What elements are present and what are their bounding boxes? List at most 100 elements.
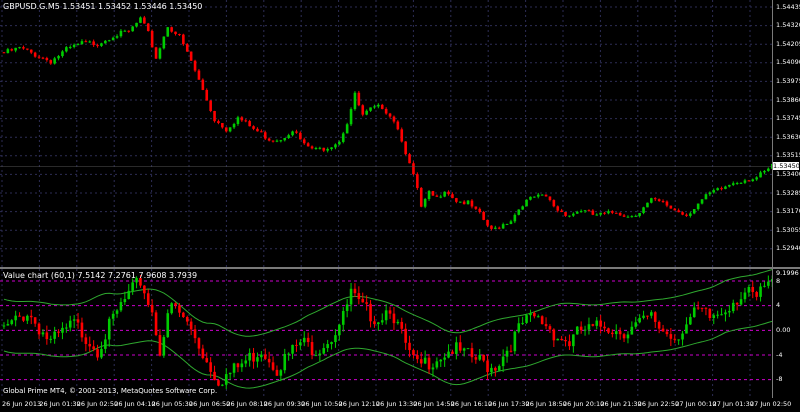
candle-bull: [540, 194, 544, 196]
price-tick-label: 1.53400: [776, 169, 800, 178]
candle-bull: [314, 148, 318, 150]
candle-bear: [96, 45, 99, 47]
candle-bear: [146, 23, 150, 32]
value-bar-up: [681, 333, 684, 340]
value-bar-down: [552, 329, 556, 341]
value-bar-down: [353, 288, 357, 294]
candle-bull: [119, 30, 123, 37]
value-bar-down: [603, 326, 606, 329]
indicator-axis[interactable]: 8 4 0.00 -4 -8 9.1996: [772, 269, 800, 398]
candle-bear: [295, 131, 298, 133]
candle-bear: [49, 60, 53, 64]
pane-separator[interactable]: [0, 267, 800, 269]
candle-bull: [287, 135, 290, 138]
candle-bull: [349, 109, 353, 125]
value-bar-down: [185, 317, 189, 322]
candle-bull: [739, 182, 743, 184]
candle-bear: [548, 196, 552, 201]
candle-bull: [696, 203, 700, 210]
value-bar-down: [306, 337, 310, 343]
price-chart[interactable]: [0, 0, 772, 267]
value-bar-up: [497, 366, 501, 371]
candle-bull: [291, 131, 294, 136]
price-tick-label: 1.53745: [776, 114, 800, 123]
time-axis[interactable]: 26 Jun 2013 26 Jun 01:30 26 Jun 02:50 26 Ju…: [0, 398, 800, 412]
value-bar-down: [252, 352, 255, 362]
time-tick-label: 26 Jun 18:50: [525, 400, 567, 408]
candle-bear: [178, 34, 181, 36]
candle-bear: [260, 131, 263, 133]
time-tick-label: 26 Jun 12:10: [338, 400, 380, 408]
value-bar-up: [724, 312, 727, 315]
value-bar-down: [579, 326, 583, 331]
candle-bull: [536, 194, 540, 197]
price-tick-label: 1.53515: [776, 151, 800, 160]
value-bar-down: [201, 348, 205, 359]
price-axis[interactable]: 1.54435 1.54320 1.54205 1.54090 1.53975 1.538…: [772, 0, 800, 267]
candle-bear: [587, 210, 591, 212]
candle-bear: [470, 200, 474, 207]
value-bar-down: [392, 313, 396, 324]
value-bar-up: [26, 315, 29, 321]
price-tick-label: 1.54090: [776, 58, 800, 67]
candle-bear: [361, 105, 365, 115]
value-bar-down: [22, 316, 25, 321]
value-bar-down: [665, 331, 669, 335]
indicator-level-label: -4: [776, 350, 783, 359]
value-bar-down: [427, 357, 431, 370]
candle-bear: [263, 132, 267, 139]
value-bar-up: [529, 312, 532, 316]
candle-bull: [111, 37, 115, 41]
candle-bear: [217, 121, 220, 124]
value-bar-up: [513, 331, 517, 352]
candle-bull: [275, 140, 279, 142]
candle-bear: [189, 51, 193, 61]
candle-bear: [603, 212, 606, 214]
value-bar-down: [533, 312, 536, 317]
candle-bull: [377, 104, 380, 107]
value-bar-up: [692, 307, 696, 318]
value-bar-down: [373, 321, 376, 325]
value-bar-up: [614, 331, 618, 335]
candle-bear: [611, 211, 614, 213]
price-tick-label: 1.53975: [776, 76, 800, 85]
value-bar-up: [166, 313, 170, 338]
candle-bull: [708, 192, 712, 195]
value-bar-up: [283, 353, 287, 371]
value-bar-down: [217, 380, 220, 386]
value-bar-down: [494, 367, 497, 371]
value-bar-up: [240, 363, 244, 368]
candle-bear: [614, 212, 618, 214]
value-bar-up: [642, 315, 645, 318]
indicator-pane[interactable]: Value chart (60,1) 7.5142 7.2761 7.9608 …: [0, 269, 772, 398]
value-bar-down: [37, 323, 41, 335]
candle-bull: [595, 214, 599, 216]
value-bar-down: [96, 349, 99, 358]
value-bar-up: [170, 303, 173, 314]
candle-bear: [747, 180, 751, 182]
value-bar-down: [57, 331, 60, 333]
time-tick-label: 26 Jun 20:10: [563, 400, 605, 408]
value-bar-up: [739, 299, 743, 305]
candle-bear: [451, 194, 454, 199]
candle-bull: [575, 211, 579, 214]
candle-bull: [14, 47, 17, 51]
candle-bear: [435, 195, 439, 197]
value-bar-up: [104, 339, 107, 349]
candle-bull: [318, 147, 322, 149]
value-bar-down: [544, 324, 548, 327]
candle-bear: [486, 219, 489, 226]
value-bar-up: [334, 335, 337, 343]
value-chart[interactable]: [0, 269, 772, 398]
value-bar-up: [763, 285, 766, 287]
value-bar-up: [302, 337, 306, 343]
candle-bull: [579, 211, 583, 213]
value-bar-down: [80, 322, 84, 338]
main-chart-pane[interactable]: GBPUSD.G.M5 1.53451 1.53452 1.53446 1.53…: [0, 0, 772, 267]
candle-bull: [731, 183, 735, 185]
value-bar-down: [310, 342, 314, 356]
price-tick-label: 1.53055: [776, 225, 800, 234]
candle-bull: [443, 191, 446, 197]
candle-bull: [373, 106, 376, 108]
value-bar-up: [14, 315, 17, 321]
